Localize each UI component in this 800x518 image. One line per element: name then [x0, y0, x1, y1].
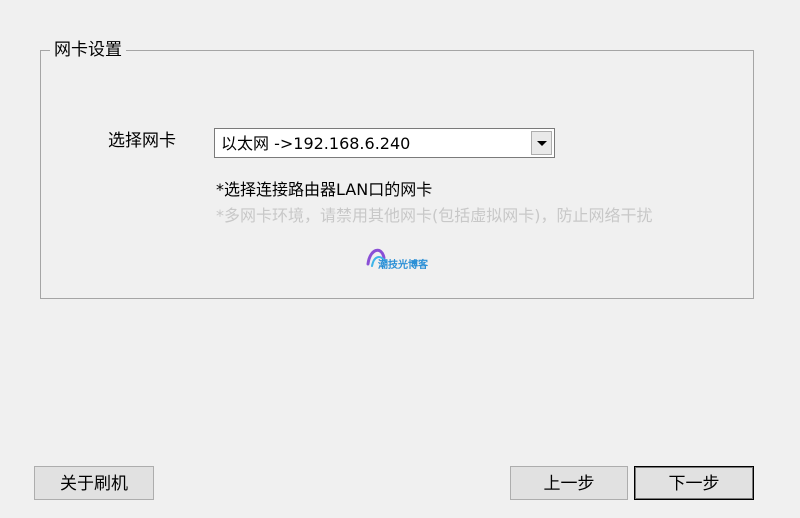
group-title: 网卡设置 [50, 40, 126, 60]
previous-step-button[interactable]: 上一步 [510, 466, 628, 500]
nic-hint-text: *选择连接路由器LAN口的网卡 [216, 180, 433, 199]
chevron-down-icon [537, 141, 547, 146]
watermark-logo: 潮技光博客 [366, 248, 429, 271]
multi-nic-warning-text: *多网卡环境，请禁用其他网卡(包括虚拟网卡)，防止网络干扰 [216, 206, 653, 225]
about-flash-button[interactable]: 关于刷机 [34, 466, 154, 500]
next-step-button[interactable]: 下一步 [634, 466, 754, 500]
watermark-text: 潮技光博客 [378, 258, 429, 271]
nic-select[interactable]: 以太网 ->192.168.6.240 [214, 128, 555, 158]
nic-select-value: 以太网 ->192.168.6.240 [221, 134, 411, 153]
nic-select-label: 选择网卡 [108, 131, 176, 151]
dropdown-button[interactable] [531, 131, 552, 155]
